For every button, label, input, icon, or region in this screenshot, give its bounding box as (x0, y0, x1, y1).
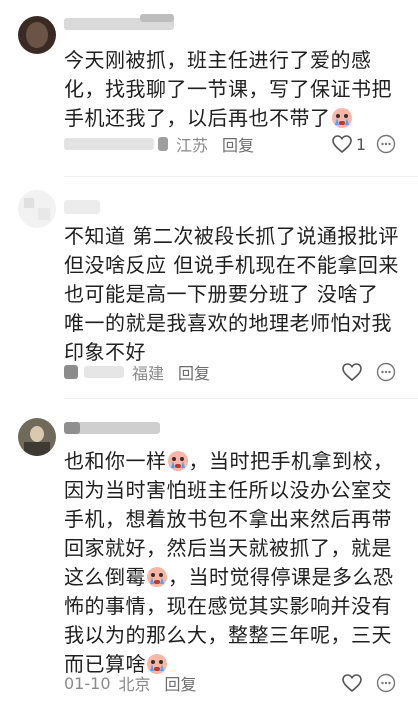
more-options-icon[interactable] (376, 673, 396, 693)
heart-icon (332, 135, 352, 153)
like-button[interactable] (342, 361, 366, 383)
location: 江苏 (176, 136, 209, 155)
avatar[interactable] (18, 418, 56, 456)
comment-meta: 01-10 北京 回复 (64, 671, 197, 695)
heart-icon (342, 674, 362, 692)
comment-meta: 江苏 回复 (64, 133, 254, 155)
crying-emoji-icon (167, 451, 188, 471)
more-options-icon[interactable] (376, 134, 396, 154)
like-button[interactable]: 1 (332, 133, 366, 155)
like-count: 1 (355, 134, 366, 154)
divider (64, 176, 418, 177)
reply-button[interactable]: 回复 (178, 360, 210, 384)
username-redacted[interactable] (64, 200, 100, 214)
avatar[interactable] (18, 16, 56, 54)
comment-meta: 福建 回复 (64, 361, 210, 383)
more-options-icon[interactable] (376, 362, 396, 382)
avatar[interactable] (18, 190, 56, 228)
location: 福建 (132, 364, 165, 383)
crying-emoji-icon (331, 108, 352, 128)
divider (64, 398, 418, 399)
comment-text: 今天刚被抓，班主任进行了爱的感化，找我聊了一节课，写了保证书把手机还我了，以后再… (64, 48, 392, 130)
like-button[interactable] (342, 672, 366, 694)
location: 北京 (118, 675, 151, 694)
timestamp: 01-10 (64, 673, 111, 693)
heart-icon (342, 363, 362, 381)
crying-emoji-icon (147, 567, 167, 587)
reply-button[interactable]: 回复 (222, 132, 254, 156)
reply-button[interactable]: 回复 (165, 671, 197, 695)
comment-text: 不知道 第二次被段长抓了说通报批评但没啥反应 但说手机现在不能拿回来 也可能是高… (64, 224, 399, 364)
comment-text: 也和你一样 ，当时把手机拿到校，因为当时害怕班主任所以没办公室交手机，想着放书包不… (64, 449, 394, 676)
